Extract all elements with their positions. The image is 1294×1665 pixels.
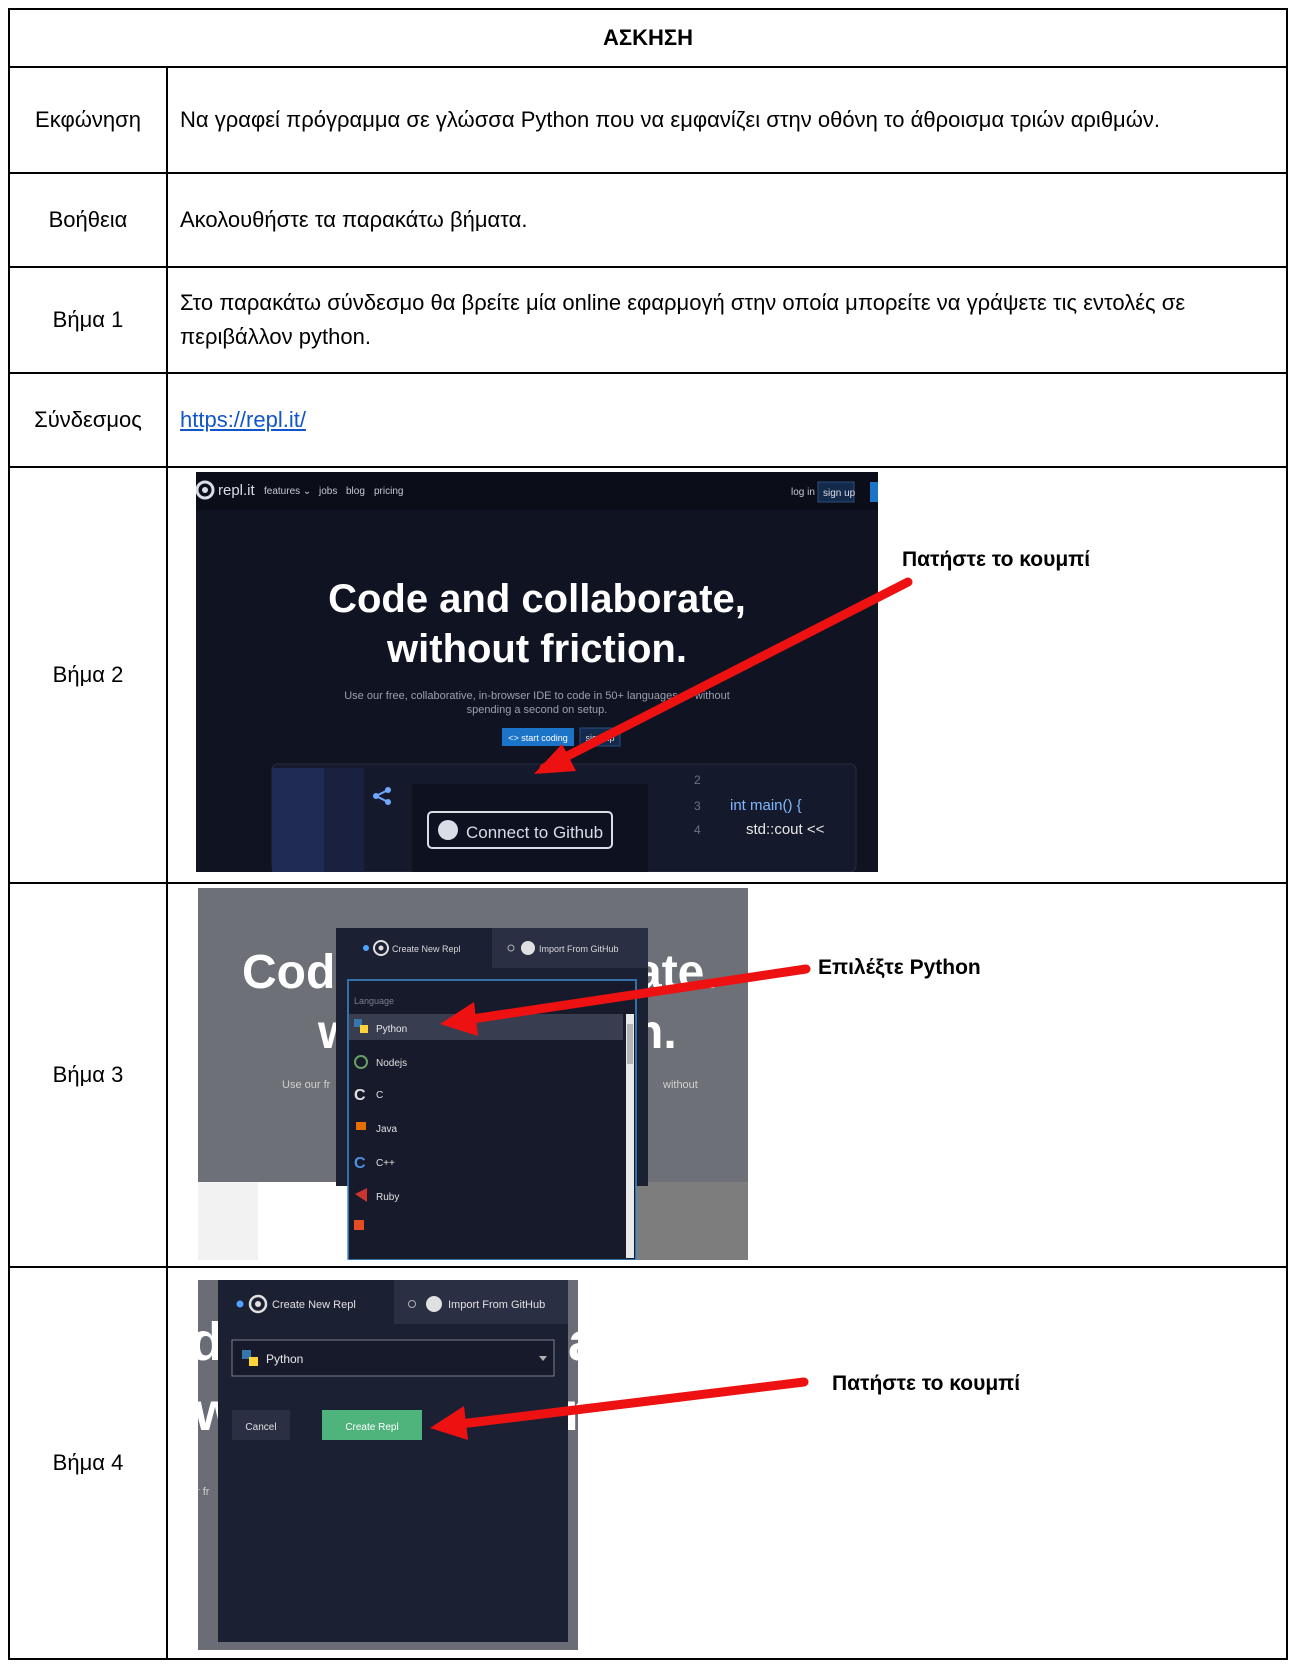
step1-label: Βήμα 1 [8, 266, 168, 374]
statement-label: Εκφώνηση [8, 66, 168, 174]
help-text: Ακολουθήστε τα παρακάτω βήματα. [166, 172, 1288, 268]
step2-arrow-icon [534, 577, 913, 774]
step4-arrow-icon [430, 1377, 809, 1440]
exercise-table: ΑΣΚΗΣΗ Εκφώνηση Να γραφεί πρόγραμμα σε γ… [8, 8, 1288, 1660]
step3-cell: Cod ate. w n. Use our fr without Create … [166, 882, 1288, 1268]
step1-text: Στο παρακάτω σύνδεσμο θα βρείτε μία onli… [166, 266, 1288, 374]
repl-link[interactable]: https://repl.it/ [180, 407, 306, 432]
step3-arrow-icon [440, 964, 811, 1036]
exercise-title: ΑΣΚΗΣΗ [8, 8, 1288, 68]
step2-label: Βήμα 2 [8, 466, 168, 884]
step3-label: Βήμα 3 [8, 882, 168, 1268]
step4-label: Βήμα 4 [8, 1266, 168, 1660]
step4-cell: d a w n r fr Create New Repl Import From… [166, 1266, 1288, 1660]
statement-text: Να γραφεί πρόγραμμα σε γλώσσα Python που… [166, 66, 1288, 174]
link-cell: https://repl.it/ [166, 372, 1288, 468]
link-label: Σύνδεσμος [8, 372, 168, 468]
step2-cell: repl.it features ⌄ jobs blog pricing log… [166, 466, 1288, 884]
help-label: Βοήθεια [8, 172, 168, 268]
